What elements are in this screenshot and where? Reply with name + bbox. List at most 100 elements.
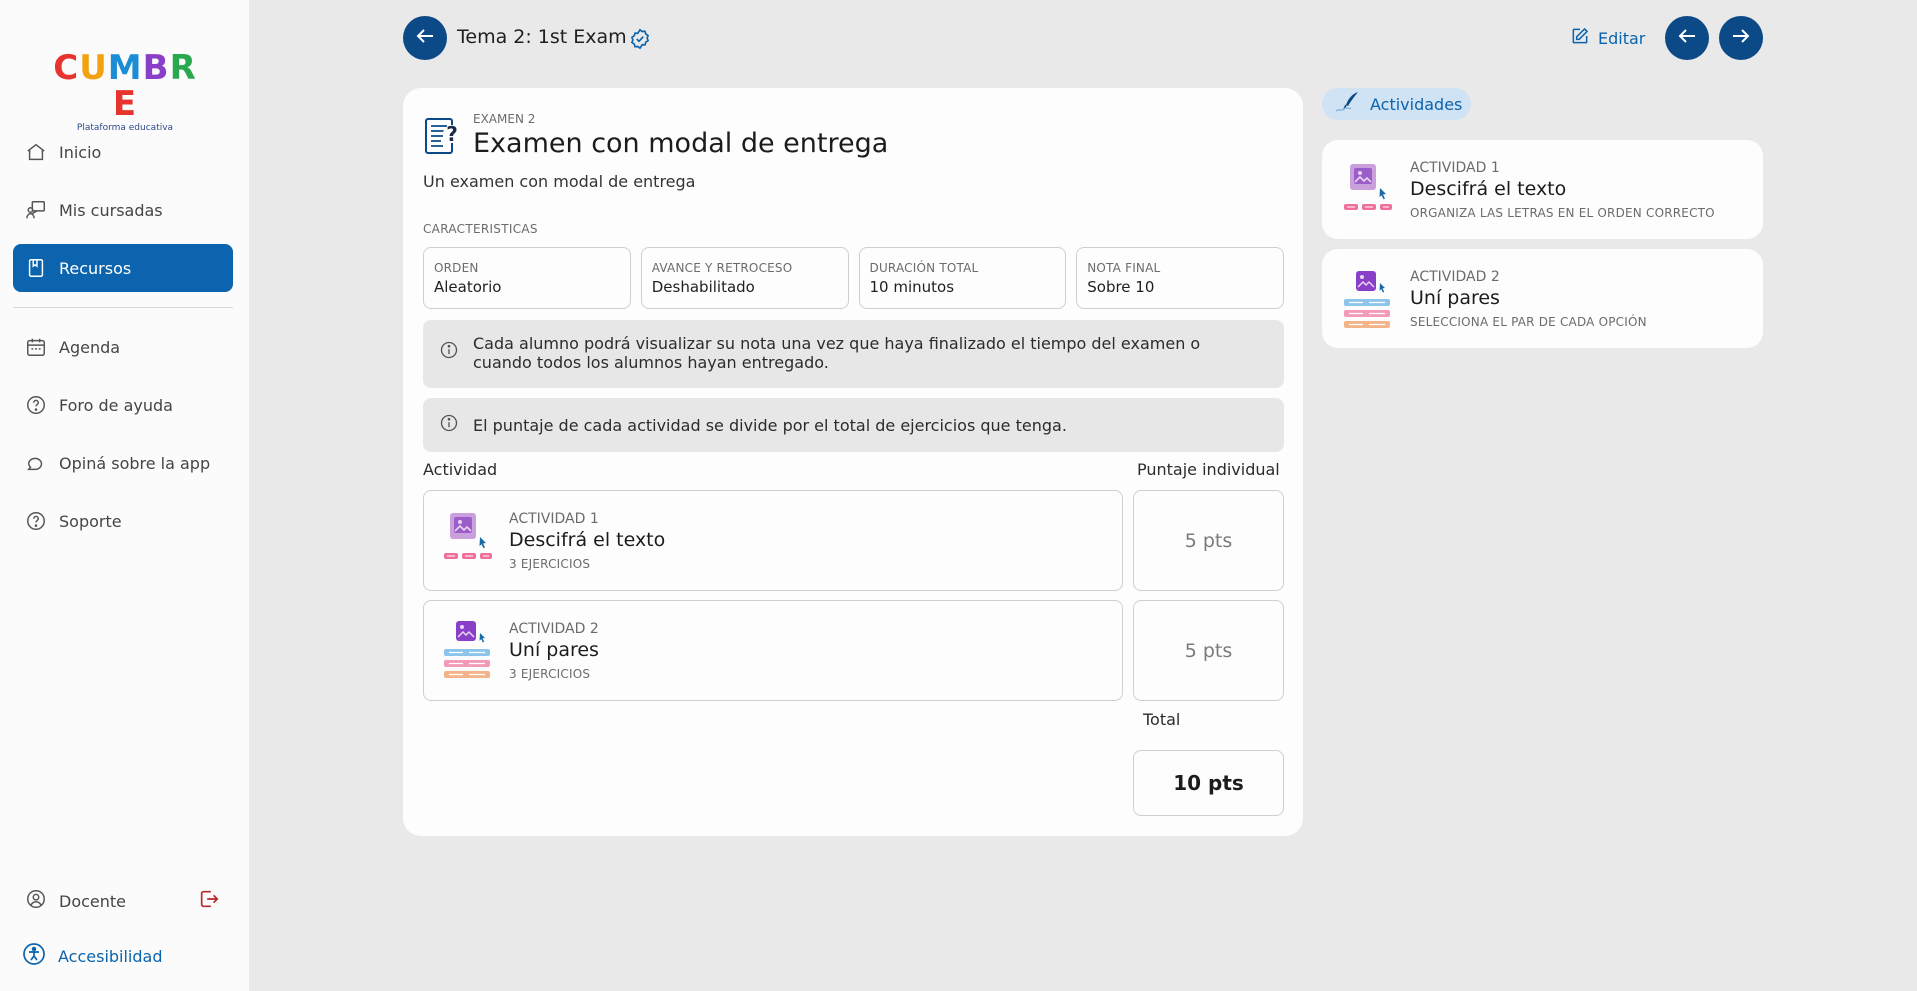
- total-score: 10 pts: [1133, 750, 1284, 816]
- nav-item-opina-sobre-la-app[interactable]: Opiná sobre la app: [13, 439, 233, 487]
- characteristic-value: Sobre 10: [1087, 278, 1155, 296]
- unscramble-activity-icon: [442, 509, 494, 571]
- activity-card-kicker: ACTIVIDAD 1: [1410, 160, 1500, 176]
- score-column-header: Puntaje individual: [1137, 460, 1280, 479]
- nav-item-mis-cursadas[interactable]: Mis cursadas: [13, 186, 233, 234]
- accessibility-button[interactable]: Accesibilidad: [22, 942, 163, 970]
- characteristic-value: Aleatorio: [434, 278, 502, 296]
- activity-score: 5 pts: [1133, 490, 1284, 591]
- cumbre-logo[interactable]: CUMBRE Plataforma educativa: [45, 50, 205, 133]
- exam-document-icon: ?: [423, 116, 463, 158]
- back-button[interactable]: [403, 16, 447, 60]
- activity-column-header: Actividad: [423, 460, 498, 479]
- total-label: Total: [1143, 710, 1181, 729]
- activities-chip-label: Actividades: [1370, 94, 1463, 114]
- nav-label: Foro de ayuda: [59, 395, 173, 415]
- home-icon: [25, 141, 47, 163]
- exam-title: Examen con modal de entrega: [473, 128, 889, 159]
- nav-label: Mis cursadas: [59, 200, 163, 220]
- nav-label: Opiná sobre la app: [59, 453, 211, 473]
- next-button[interactable]: [1719, 16, 1763, 60]
- pencil-edit-icon: [1570, 26, 1590, 50]
- activity-row[interactable]: ACTIVIDAD 2 Uní pares 3 EJERCICIOS: [423, 600, 1123, 701]
- exam-kicker: EXAMEN 2: [473, 112, 536, 126]
- match-pairs-activity-icon: [442, 619, 494, 681]
- secondary-nav: Agenda Foro de ayuda Opiná sobre la app …: [13, 323, 233, 555]
- info-text: El puntaje de cada actividad se divide p…: [473, 415, 1067, 435]
- sidebar: CUMBRE Plataforma educativa Inicio Mis c…: [0, 0, 249, 991]
- characteristic-key: AVANCE Y RETROCESO: [651, 261, 793, 275]
- characteristic-key: ORDEN: [434, 261, 479, 275]
- characteristic-final-grade: NOTA FINAL Sobre 10: [1076, 247, 1284, 309]
- nav-label: Agenda: [59, 337, 121, 357]
- nav-item-inicio[interactable]: Inicio: [13, 128, 233, 176]
- activity-card-kicker: ACTIVIDAD 2: [1410, 269, 1500, 285]
- sidebar-divider: [13, 307, 233, 308]
- chat-bubbles-icon: [25, 452, 47, 474]
- activity-kicker: ACTIVIDAD 2: [509, 621, 599, 637]
- nav-label: Recursos: [59, 258, 132, 278]
- exam-description: Un examen con modal de entrega: [423, 172, 696, 191]
- page-title: Tema 2: 1st Exam: [457, 26, 627, 48]
- calendar-icon: [25, 336, 47, 358]
- logout-icon[interactable]: [198, 888, 220, 914]
- activity-card-title: Descifrá el texto: [1410, 178, 1567, 200]
- characteristic-value: 10 minutos: [869, 278, 955, 296]
- nav-label: Inicio: [59, 142, 102, 162]
- arrow-right-icon: [1729, 24, 1753, 52]
- info-banner-grades: Cada alumno podrá visualizar su nota una…: [423, 320, 1284, 388]
- book-icon: [25, 257, 47, 279]
- user-row: Docente: [25, 887, 220, 915]
- svg-text:?: ?: [446, 122, 458, 146]
- match-pairs-activity-icon: [1342, 269, 1394, 331]
- characteristic-key: NOTA FINAL: [1087, 261, 1161, 275]
- arrow-left-icon: [413, 24, 437, 52]
- nav-item-agenda[interactable]: Agenda: [13, 323, 233, 371]
- previous-button[interactable]: [1665, 16, 1709, 60]
- characteristic-order: ORDEN Aleatorio: [423, 247, 631, 309]
- characteristic-value: Deshabilitado: [651, 278, 755, 296]
- user-avatar-icon[interactable]: [25, 888, 47, 914]
- teacher-board-icon: [25, 199, 47, 221]
- activity-kicker: ACTIVIDAD 1: [509, 511, 599, 527]
- activities-chip[interactable]: Actividades: [1322, 88, 1471, 120]
- accessibility-label: Accesibilidad: [58, 946, 163, 966]
- activity-exercises: 3 EJERCICIOS: [509, 667, 591, 681]
- user-role-label[interactable]: Docente: [59, 892, 198, 911]
- characteristics-label: CARACTERISTICAS: [423, 222, 538, 236]
- quill-pen-icon: [1334, 90, 1362, 118]
- nav-label: Soporte: [59, 511, 122, 531]
- logo-wordmark: CUMBRE: [53, 48, 197, 124]
- nav-item-foro-de-ayuda[interactable]: Foro de ayuda: [13, 381, 233, 429]
- activity-card-title: Uní pares: [1410, 287, 1500, 309]
- info-banner-scoring: El puntaje de cada actividad se divide p…: [423, 398, 1284, 452]
- question-circle-icon: [25, 394, 47, 416]
- arrow-left-icon: [1675, 24, 1699, 52]
- activity-row[interactable]: ACTIVIDAD 1 Descifrá el texto 3 EJERCICI…: [423, 490, 1123, 591]
- activity-card[interactable]: ACTIVIDAD 1 Descifrá el texto ORGANIZA L…: [1322, 140, 1763, 239]
- activity-exercises: 3 EJERCICIOS: [509, 557, 591, 571]
- characteristics-grid: ORDEN Aleatorio AVANCE Y RETROCESO Desha…: [423, 247, 1284, 309]
- activity-card-subtitle: ORGANIZA LAS LETRAS EN EL ORDEN CORRECTO: [1410, 206, 1715, 220]
- nav-item-recursos[interactable]: Recursos: [13, 244, 233, 292]
- unscramble-activity-icon: [1342, 160, 1394, 222]
- info-text: Cada alumno podrá visualizar su nota una…: [473, 334, 1201, 372]
- main-nav: Inicio Mis cursadas Recursos: [13, 128, 233, 302]
- nav-item-soporte[interactable]: Soporte: [13, 497, 233, 545]
- activity-card[interactable]: ACTIVIDAD 2 Uní pares SELECCIONA EL PAR …: [1322, 249, 1763, 348]
- activity-score: 5 pts: [1133, 600, 1284, 701]
- edit-button[interactable]: Editar: [1570, 26, 1645, 50]
- edit-label: Editar: [1598, 28, 1646, 48]
- accessibility-icon: [22, 942, 46, 970]
- activity-card-subtitle: SELECCIONA EL PAR DE CADA OPCIÓN: [1410, 315, 1647, 329]
- characteristic-key: DURACIÓN TOTAL: [869, 261, 979, 275]
- characteristic-navigation: AVANCE Y RETROCESO Deshabilitado: [640, 247, 849, 309]
- activity-title: Descifrá el texto: [509, 529, 666, 551]
- characteristic-duration: DURACIÓN TOTAL 10 minutos: [858, 247, 1067, 309]
- verified-badge-icon: [629, 28, 651, 50]
- activity-title: Uní pares: [509, 639, 599, 661]
- question-circle-icon: [25, 510, 47, 532]
- exam-card: ? EXAMEN 2 Examen con modal de entrega U…: [403, 88, 1303, 836]
- info-icon: [439, 413, 459, 437]
- info-icon: [439, 340, 459, 364]
